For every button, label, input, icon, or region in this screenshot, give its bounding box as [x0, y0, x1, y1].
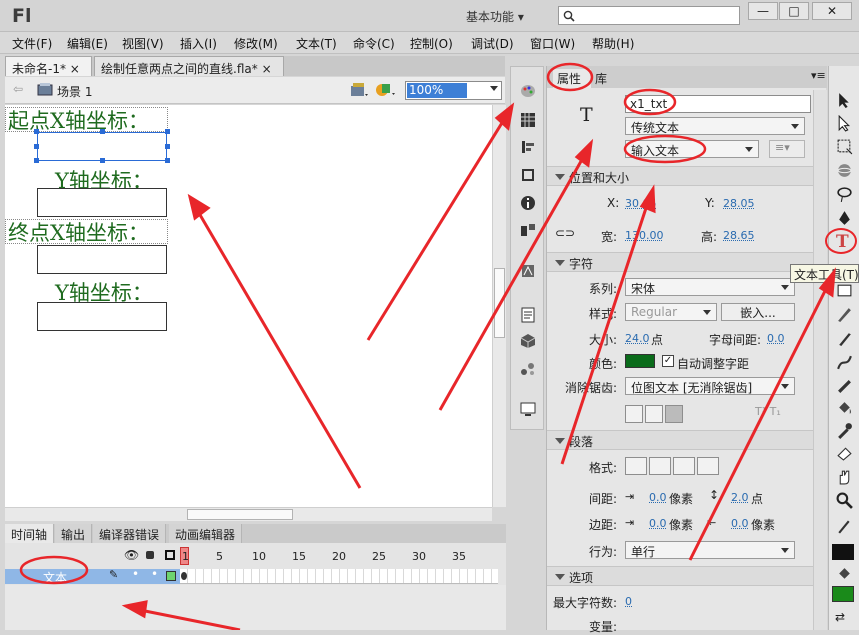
circle-instance-name — [623, 88, 677, 116]
red-arrows — [121, 102, 836, 630]
circle-input-text — [623, 134, 707, 164]
circle-properties-tab — [546, 62, 594, 92]
circle-layer-name — [19, 555, 89, 585]
annotation-overlay — [19, 62, 836, 630]
